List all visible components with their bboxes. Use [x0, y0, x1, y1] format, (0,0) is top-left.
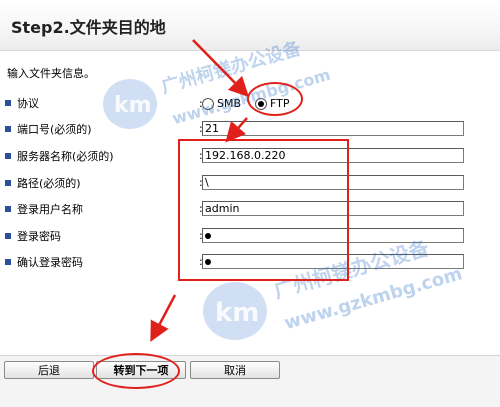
arrow-to-ftp — [192, 39, 249, 98]
arrow-to-fields — [225, 117, 248, 143]
arrow-to-next — [150, 294, 177, 342]
annotation-arrows — [150, 39, 249, 342]
